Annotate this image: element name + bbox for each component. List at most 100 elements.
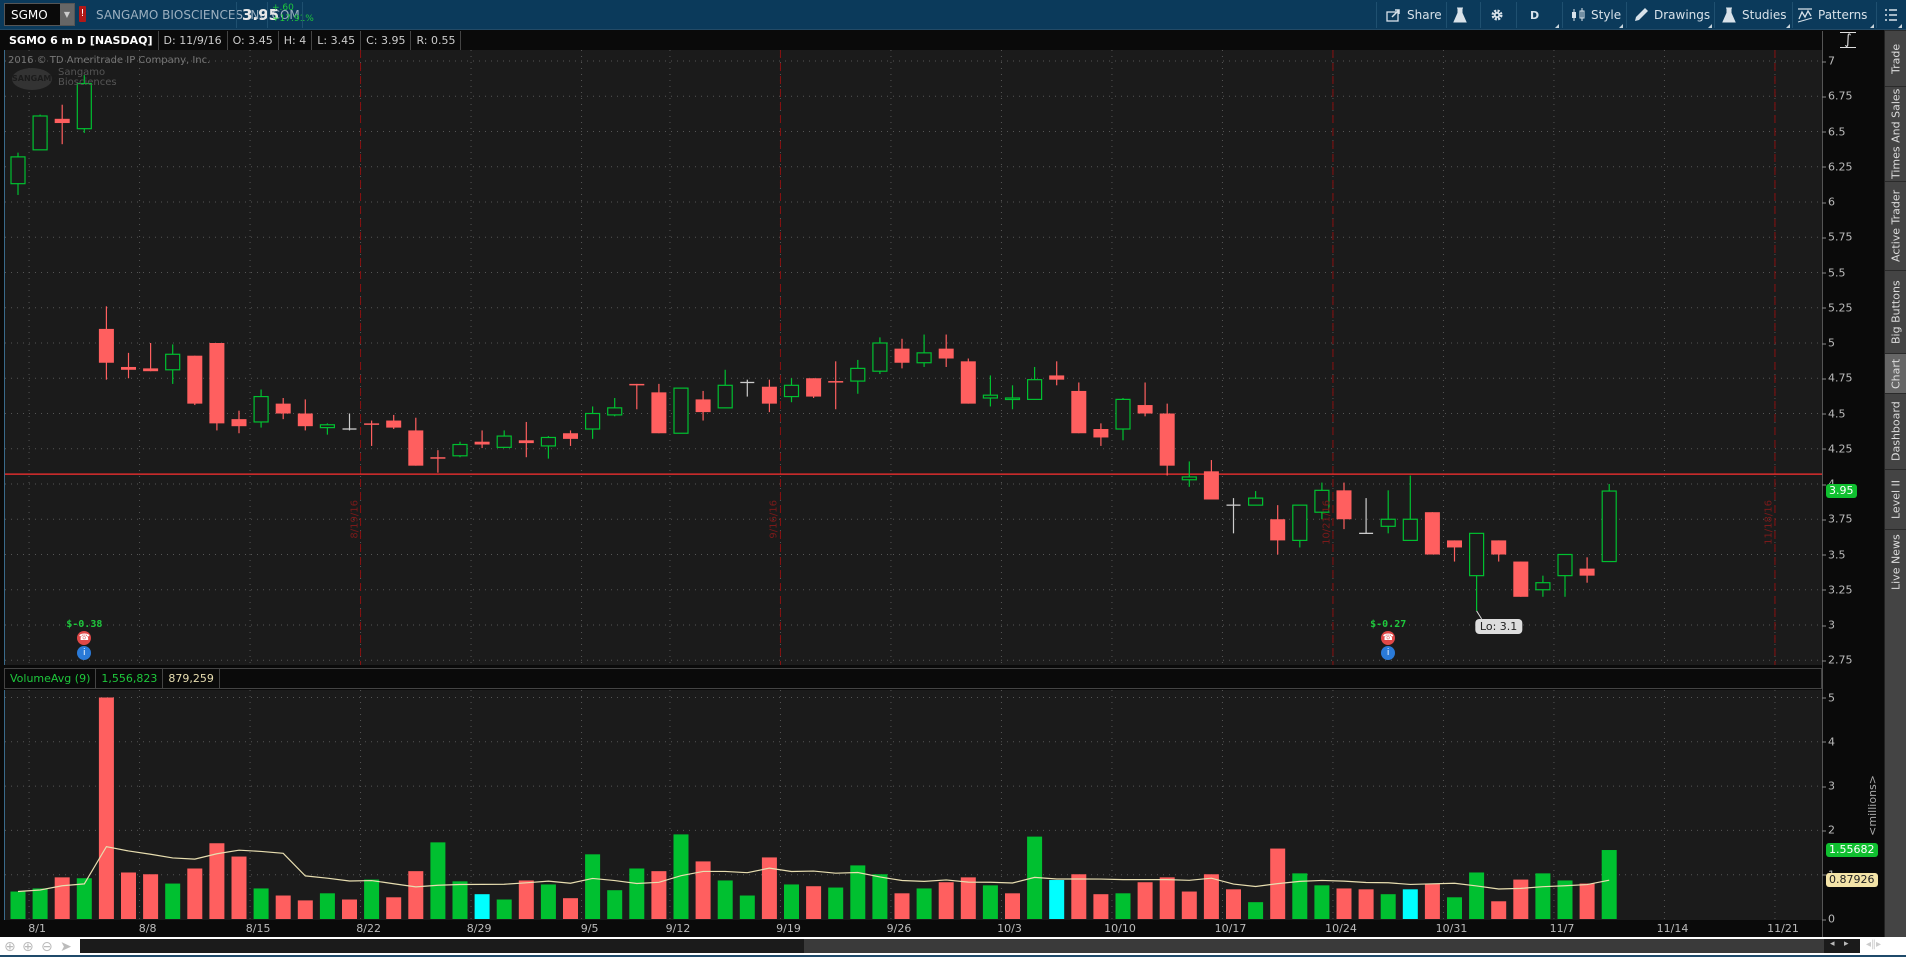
side-tab-trade[interactable]: Trade bbox=[1885, 30, 1906, 86]
volume-bar bbox=[452, 881, 468, 919]
volume-pane[interactable] bbox=[4, 690, 1823, 920]
volume-bar bbox=[98, 697, 114, 919]
time-axis-label: 8/1 bbox=[28, 922, 46, 935]
logo-seal: SANGAMO bbox=[12, 68, 58, 90]
earnings-phone-icon: ☎ bbox=[1381, 631, 1396, 645]
volume-bar bbox=[143, 874, 159, 919]
low-price-tooltip: Lo: 3.1 bbox=[1474, 618, 1523, 634]
volume-bar bbox=[231, 856, 247, 919]
price-axis-label: 4.25 bbox=[1822, 442, 1853, 456]
volume-bar bbox=[1071, 874, 1087, 919]
price-axis-label: 4.5 bbox=[1822, 407, 1846, 420]
flask-icon bbox=[1453, 7, 1467, 23]
flask-button[interactable] bbox=[1452, 0, 1468, 30]
time-axis-label: 11/7 bbox=[1549, 922, 1575, 935]
style-label: Style bbox=[1591, 8, 1622, 22]
volume-bar bbox=[1226, 889, 1241, 919]
price-chart-annotations: 8/19/16 9/16/16 10/21/16 11/18/16 $-0.38 ☎ i $-… bbox=[5, 50, 1823, 665]
zoom-out-icon[interactable]: ⊖ bbox=[41, 939, 53, 955]
volume-bar bbox=[1005, 893, 1020, 919]
side-tab-level-ii[interactable]: Level II bbox=[1885, 469, 1906, 529]
volume-bar bbox=[1601, 850, 1617, 919]
volume-chart-svg bbox=[5, 690, 1823, 920]
top-toolbar: SGMO ▼ ! SANGAMO BIOSCIENCES INC COM 3.9… bbox=[0, 0, 1906, 30]
time-axis-label: 9/26 bbox=[886, 922, 912, 935]
scroll-right-icon[interactable]: ▸ bbox=[1844, 939, 1849, 949]
pointer-icon[interactable]: ➤ bbox=[60, 939, 72, 955]
divider bbox=[1480, 2, 1481, 28]
bottom-toolbar: ⊕ ⊕ ⊖ ➤ ◂ ▸ ◂‖▸ bbox=[0, 937, 1906, 957]
volume-axis-label: 3 bbox=[1822, 779, 1835, 793]
side-tab-dashboard[interactable]: Dashboard bbox=[1885, 393, 1906, 469]
side-tab-big-buttons[interactable]: Big Buttons bbox=[1885, 270, 1906, 353]
volume-axis-label: 2 bbox=[1822, 823, 1835, 837]
zoom-in-icon[interactable]: ⊕ bbox=[22, 939, 34, 955]
copyright-watermark: 2016 © TD Ameritrade IP Company, Inc. bbox=[8, 55, 211, 66]
menu-button[interactable] bbox=[1883, 0, 1903, 30]
chart-info-bar: SGMO 6 m D [NASDAQ] D: 11/9/16 O: 3.45 H… bbox=[4, 31, 1822, 50]
volume-bar bbox=[518, 880, 534, 919]
volume-bar bbox=[1535, 873, 1551, 919]
volume-bar bbox=[607, 890, 623, 919]
volume-bar bbox=[739, 895, 755, 919]
scroll-left-icon[interactable]: ◂ bbox=[1830, 939, 1835, 949]
side-tab-active-trader[interactable]: Active Trader bbox=[1885, 181, 1906, 270]
horizontal-scrollbar[interactable]: ◂ ▸ bbox=[80, 939, 1860, 953]
time-axis-label: 10/10 bbox=[1104, 922, 1136, 935]
time-axis-label: 9/19 bbox=[776, 922, 801, 935]
fit-chart-icon[interactable]: ◂‖▸ bbox=[1866, 939, 1881, 950]
volume-bar bbox=[1115, 893, 1131, 919]
volume-bar bbox=[806, 886, 822, 919]
scrollbar-thumb[interactable] bbox=[804, 939, 1824, 953]
volume-value: 1,556,823 bbox=[96, 669, 164, 688]
volume-bar bbox=[342, 899, 357, 919]
divider bbox=[1562, 2, 1563, 28]
share-icon bbox=[1386, 9, 1400, 22]
volume-avg-value: 879,259 bbox=[163, 669, 220, 688]
change-value: +.60 bbox=[272, 3, 294, 13]
volume-study-label[interactable]: VolumeAvg (9) bbox=[5, 669, 97, 688]
volume-bar bbox=[364, 879, 380, 919]
price-chart-pane[interactable]: 8/19/16 9/16/16 10/21/16 11/18/16 $-0.38 ☎ i $-… bbox=[4, 50, 1823, 665]
settings-button[interactable] bbox=[1489, 0, 1505, 30]
volume-bar bbox=[1424, 883, 1440, 919]
volume-bar bbox=[938, 882, 954, 919]
patterns-icon bbox=[1797, 8, 1813, 23]
volume-bar bbox=[1491, 901, 1507, 919]
logo-line2: Biosciences bbox=[58, 77, 117, 88]
side-tab-chart[interactable]: Chart bbox=[1885, 353, 1906, 393]
volume-bar bbox=[1380, 894, 1396, 919]
list-menu-icon bbox=[1885, 9, 1897, 21]
volume-axis-label: 5 bbox=[1822, 691, 1835, 704]
volume-bar bbox=[1513, 879, 1529, 919]
studies-button[interactable]: Studies bbox=[1721, 0, 1791, 30]
patterns-button[interactable]: Patterns bbox=[1797, 0, 1875, 30]
volume-bar bbox=[408, 871, 424, 919]
axis-scale-icon[interactable]: ∫ bbox=[1840, 32, 1856, 48]
crosshair-icon[interactable]: ⊕ bbox=[4, 939, 16, 955]
divider bbox=[1446, 2, 1447, 28]
side-tab-live-news[interactable]: Live News bbox=[1885, 529, 1906, 595]
style-button[interactable]: Style bbox=[1570, 0, 1624, 30]
share-button[interactable]: Share bbox=[1386, 0, 1442, 30]
price-axis[interactable]: 76.756.56.2565.755.55.2554.754.54.2543.7… bbox=[1822, 31, 1884, 667]
volume-bar bbox=[1358, 889, 1374, 919]
volume-bar bbox=[585, 854, 601, 919]
time-axis-label: 11/21 bbox=[1767, 922, 1799, 935]
price-axis-label: 5.25 bbox=[1822, 301, 1853, 315]
volume-bar bbox=[496, 899, 512, 919]
symbol-dropdown-chevron-icon[interactable]: ▼ bbox=[60, 4, 74, 25]
price-axis-label: 3.25 bbox=[1822, 583, 1853, 597]
volume-bar bbox=[1181, 891, 1197, 919]
expiration-label: 9/16/16 bbox=[768, 500, 780, 539]
volume-bar bbox=[761, 857, 777, 919]
volume-badge: 1.55682 bbox=[1826, 843, 1878, 858]
aggregation-button[interactable]: D bbox=[1530, 0, 1560, 30]
side-tab-times-and-sales[interactable]: Times And Sales bbox=[1885, 86, 1906, 181]
alert-badge[interactable]: ! bbox=[79, 6, 86, 22]
dividend-info-icon: i bbox=[1381, 646, 1396, 660]
drawings-button[interactable]: Drawings bbox=[1633, 0, 1713, 30]
time-axis-label: 8/29 bbox=[466, 922, 492, 935]
divider bbox=[302, 2, 303, 28]
time-axis[interactable]: 8/1 8/8 8/15 8/22 8/29 9/5 9/12 9/19 9/26 10/3 10/… bbox=[4, 920, 1822, 937]
